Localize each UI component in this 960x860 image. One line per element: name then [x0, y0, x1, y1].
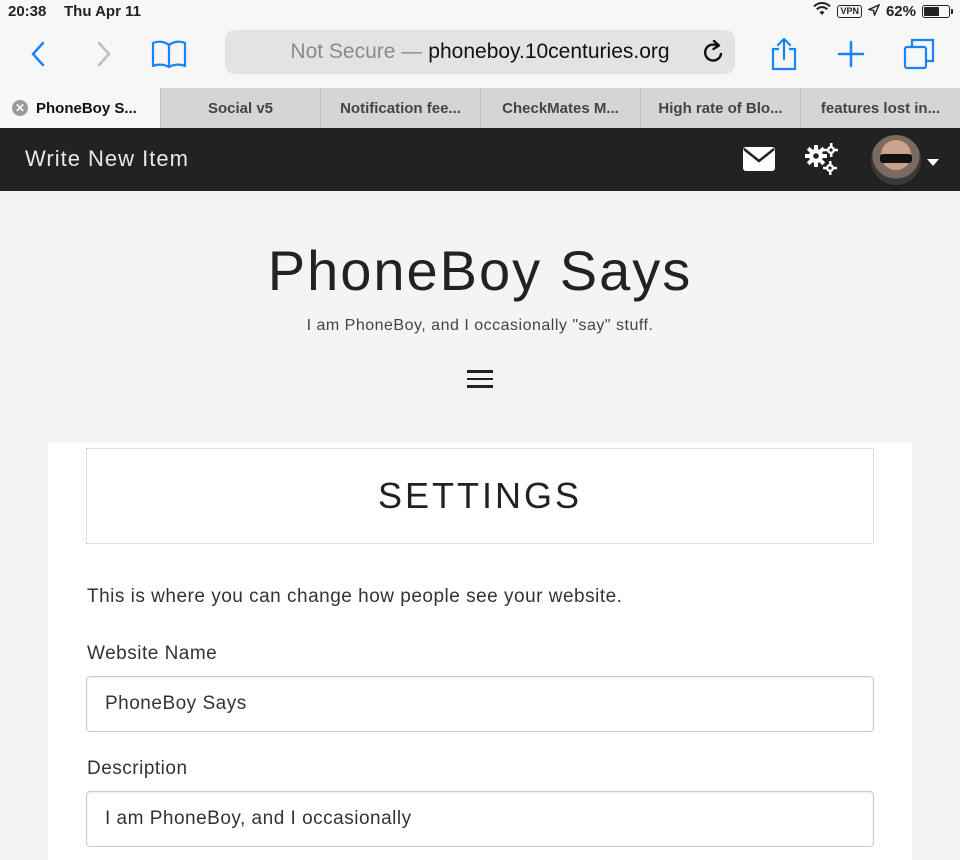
avatar[interactable]	[871, 135, 921, 185]
back-button[interactable]	[18, 34, 58, 74]
bookmarks-button[interactable]	[149, 34, 189, 74]
site-title: PhoneBoy Says	[267, 239, 693, 302]
menu-hamburger-icon[interactable]	[467, 370, 493, 388]
tab-label: PhoneBoy S...	[36, 99, 137, 117]
tabs-overview-button[interactable]	[899, 34, 939, 74]
vpn-badge: VPN	[837, 4, 862, 18]
address-host: phoneboy.10centuries.org	[428, 40, 670, 63]
tab-features-lost[interactable]: features lost in...	[800, 88, 960, 128]
website-name-input[interactable]	[86, 676, 874, 732]
location-arrow-icon	[866, 3, 881, 20]
browser-toolbar: Not Secure — phoneboy.10centuries.org	[0, 24, 960, 88]
chevron-down-icon[interactable]	[927, 154, 939, 172]
settings-heading: SETTINGS	[377, 475, 583, 516]
tab-label: High rate of Blo...	[658, 99, 783, 117]
battery-percent: 62%	[885, 2, 916, 20]
status-bar: 20:38 Thu Apr 11 VPN 62%	[0, 0, 960, 24]
wifi-icon	[813, 2, 832, 20]
tab-label: Notification fee...	[340, 99, 461, 117]
tab-high-rate[interactable]: High rate of Blo...	[640, 88, 800, 128]
tab-phoneboy-says[interactable]: ✕ PhoneBoy S...	[0, 88, 160, 128]
tab-label: features lost in...	[820, 99, 941, 117]
status-date: Thu Apr 11	[64, 3, 141, 20]
not-secure-label: Not Secure —	[290, 40, 423, 63]
write-new-item-link[interactable]: Write New Item	[25, 146, 189, 172]
tab-checkmates[interactable]: CheckMates M...	[480, 88, 640, 128]
settings-gears-icon[interactable]	[803, 142, 839, 181]
settings-intro: This is where you can change how people …	[87, 586, 623, 607]
settings-heading-box: SETTINGS	[86, 448, 874, 544]
status-indicators: VPN 62%	[813, 2, 953, 20]
tab-label: Social v5	[207, 99, 274, 117]
site-tagline: I am PhoneBoy, and I occasionally "say" …	[306, 317, 654, 334]
envelope-icon[interactable]	[742, 146, 776, 177]
new-tab-button[interactable]	[831, 34, 871, 74]
website-name-label: Website Name	[87, 643, 218, 664]
avatar-glasses	[880, 154, 912, 163]
site-admin-bar: Write New Item	[0, 128, 960, 191]
forward-button[interactable]	[84, 34, 124, 74]
address-bar[interactable]: Not Secure — phoneboy.10centuries.org	[225, 30, 735, 74]
share-button[interactable]	[764, 34, 804, 74]
reload-icon[interactable]	[703, 39, 725, 70]
tab-label: CheckMates M...	[502, 99, 619, 117]
settings-card: SETTINGS This is where you can change ho…	[48, 443, 912, 860]
tab-social-v5[interactable]: Social v5	[160, 88, 320, 128]
status-time: 20:38	[8, 3, 47, 20]
battery-icon	[922, 4, 953, 18]
tab-bar: ✕ PhoneBoy S... Social v5 Notification f…	[0, 88, 960, 128]
close-tab-icon[interactable]: ✕	[12, 100, 28, 116]
tab-notification-feedback[interactable]: Notification fee...	[320, 88, 480, 128]
description-input[interactable]	[86, 791, 874, 847]
description-label: Description	[87, 758, 188, 779]
